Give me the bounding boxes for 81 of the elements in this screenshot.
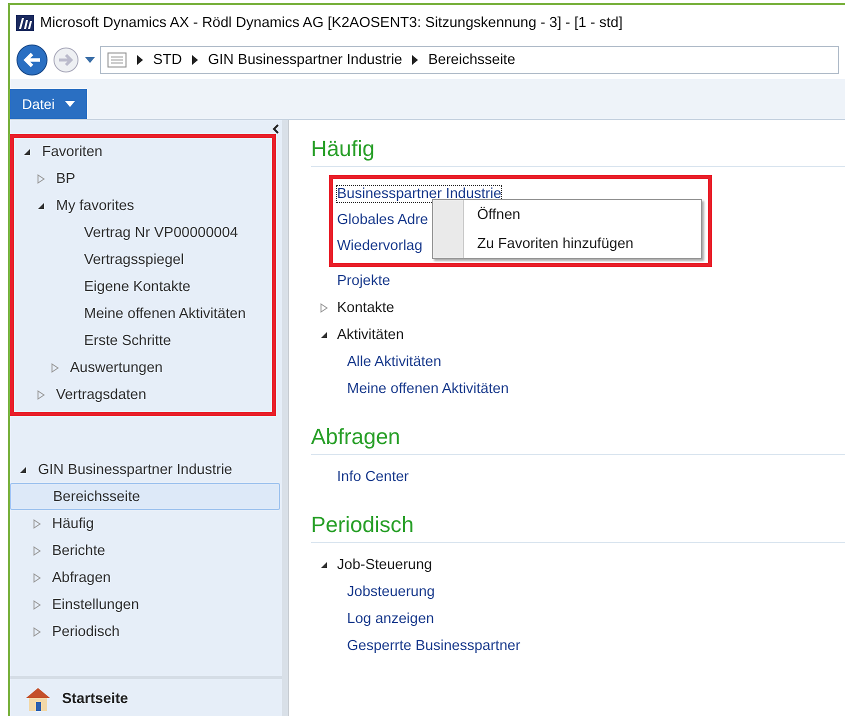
- collapsed-triangle-icon[interactable]: [37, 390, 45, 400]
- tree-row[interactable]: Erste Schritte: [14, 327, 272, 354]
- link[interactable]: Meine offenen Aktivitäten: [347, 380, 509, 396]
- link[interactable]: Globales Adre: [337, 212, 428, 228]
- tree-item-label: Häufig: [52, 516, 94, 532]
- tree-item[interactable]: GIN Businesspartner Industrie: [10, 456, 280, 483]
- tree-row[interactable]: Eigene Kontakte: [14, 273, 272, 300]
- tree-item-label: BP: [56, 170, 76, 186]
- link[interactable]: Gesperrte Businesspartner: [347, 638, 520, 654]
- section-heading: Periodisch: [311, 504, 845, 543]
- link[interactable]: Businesspartner Industrie: [337, 186, 502, 202]
- tree-item-label: Berichte: [52, 542, 106, 558]
- expanded-triangle-icon[interactable]: [320, 560, 328, 568]
- collapsed-triangle-icon[interactable]: [51, 362, 59, 372]
- tree-item[interactable]: Einstellungen: [10, 591, 280, 618]
- link[interactable]: Projekte: [337, 272, 390, 288]
- collapsed-triangle-icon[interactable]: [320, 302, 328, 312]
- tree-item[interactable]: Abfragen: [10, 564, 280, 591]
- tree-row[interactable]: Vertrag Nr VP00000004: [14, 219, 272, 246]
- breadcrumb-arrow-icon: [192, 55, 198, 65]
- tree-row[interactable]: Auswertungen: [14, 354, 272, 381]
- section-heading: Abfragen: [311, 416, 845, 455]
- tree-item-label: Vertragsspiegel: [84, 252, 184, 268]
- group-label[interactable]: Job-Steuerung: [337, 556, 432, 572]
- collapsed-triangle-icon[interactable]: [33, 600, 41, 610]
- collapse-pane-icon[interactable]: [272, 124, 280, 134]
- breadcrumb-arrow-icon: [412, 55, 418, 65]
- link[interactable]: Wiedervorlag: [337, 238, 422, 254]
- tree-row[interactable]: BP: [14, 165, 272, 192]
- expanded-triangle-icon[interactable]: [320, 330, 328, 338]
- menu-item[interactable]: Zu Favoriten hinzufügen: [433, 229, 702, 258]
- tree-item-label: Eigene Kontakte: [84, 278, 190, 294]
- tree-row[interactable]: Meine offenen Aktivitäten: [14, 300, 272, 327]
- breadcrumb-item[interactable]: GIN Businesspartner Industrie: [208, 52, 402, 68]
- house-icon: [24, 686, 52, 712]
- expanded-triangle-icon[interactable]: [37, 202, 45, 210]
- tree-item[interactable]: Häufig: [10, 510, 280, 537]
- dropdown-caret-icon[interactable]: [84, 56, 96, 64]
- expanded-triangle-icon[interactable]: [19, 466, 27, 474]
- tree-item[interactable]: Bereichsseite: [10, 483, 280, 510]
- tree-item[interactable]: Periodisch: [10, 618, 280, 645]
- tree-item-label: Einstellungen: [52, 596, 140, 612]
- tree-row[interactable]: Favoriten: [14, 138, 272, 165]
- caret-icon: [64, 101, 75, 107]
- tree-item[interactable]: Berichte: [10, 537, 280, 564]
- collapsed-triangle-icon[interactable]: [33, 626, 41, 636]
- tree-row[interactable]: My favorites: [14, 192, 272, 219]
- group-label[interactable]: Aktivitäten: [337, 326, 404, 342]
- tree-item-label: Favoriten: [42, 144, 102, 160]
- menu-item[interactable]: Öffnen: [433, 200, 702, 229]
- collapsed-triangle-icon[interactable]: [33, 546, 41, 556]
- tree-item-label: Bereichsseite: [53, 488, 140, 504]
- tree-item-label: My favorites: [56, 198, 134, 214]
- section-heading: Häufig: [311, 128, 845, 167]
- breadcrumb-item[interactable]: STD: [153, 52, 182, 68]
- link[interactable]: Jobsteuerung: [347, 584, 435, 600]
- link[interactable]: Info Center: [337, 468, 409, 484]
- collapsed-triangle-icon[interactable]: [33, 572, 41, 582]
- tree-item-label: Erste Schritte: [84, 332, 172, 348]
- tree-row[interactable]: Vertragsspiegel: [14, 246, 272, 273]
- tree-item-label: GIN Businesspartner Industrie: [38, 462, 232, 478]
- app-logo-icon: [16, 15, 34, 31]
- group-label[interactable]: Kontakte: [337, 300, 394, 316]
- tree-row[interactable]: Vertragsdaten: [14, 381, 272, 408]
- breadcrumb-arrow-icon: [137, 55, 143, 65]
- tree-item-label: Auswertungen: [70, 360, 163, 376]
- window-title: Microsoft Dynamics AX - Rödl Dynamics AG [K2AOSENT3: Sitzungskennung - 3] - [1 - std]: [40, 15, 623, 31]
- page-icon: [107, 52, 127, 68]
- link[interactable]: Log anzeigen: [347, 610, 434, 626]
- tree-item-label: Vertrag Nr VP00000004: [84, 224, 238, 240]
- collapsed-triangle-icon[interactable]: [33, 518, 41, 528]
- tree-item-label: Meine offenen Aktivitäten: [84, 306, 246, 322]
- tree-item-label: Abfragen: [52, 570, 111, 586]
- address-bar[interactable]: STD GIN Businesspartner Industrie Bereichsseite: [100, 46, 839, 74]
- collapsed-triangle-icon[interactable]: [37, 174, 45, 184]
- tree-item-label: Periodisch: [52, 624, 120, 640]
- tree-item-label: Vertragsdaten: [56, 386, 146, 402]
- expanded-triangle-icon[interactable]: [23, 148, 31, 156]
- link[interactable]: Alle Aktivitäten: [347, 354, 442, 370]
- breadcrumb-item[interactable]: Bereichsseite: [428, 52, 516, 68]
- file-tab[interactable]: Datei: [10, 89, 87, 119]
